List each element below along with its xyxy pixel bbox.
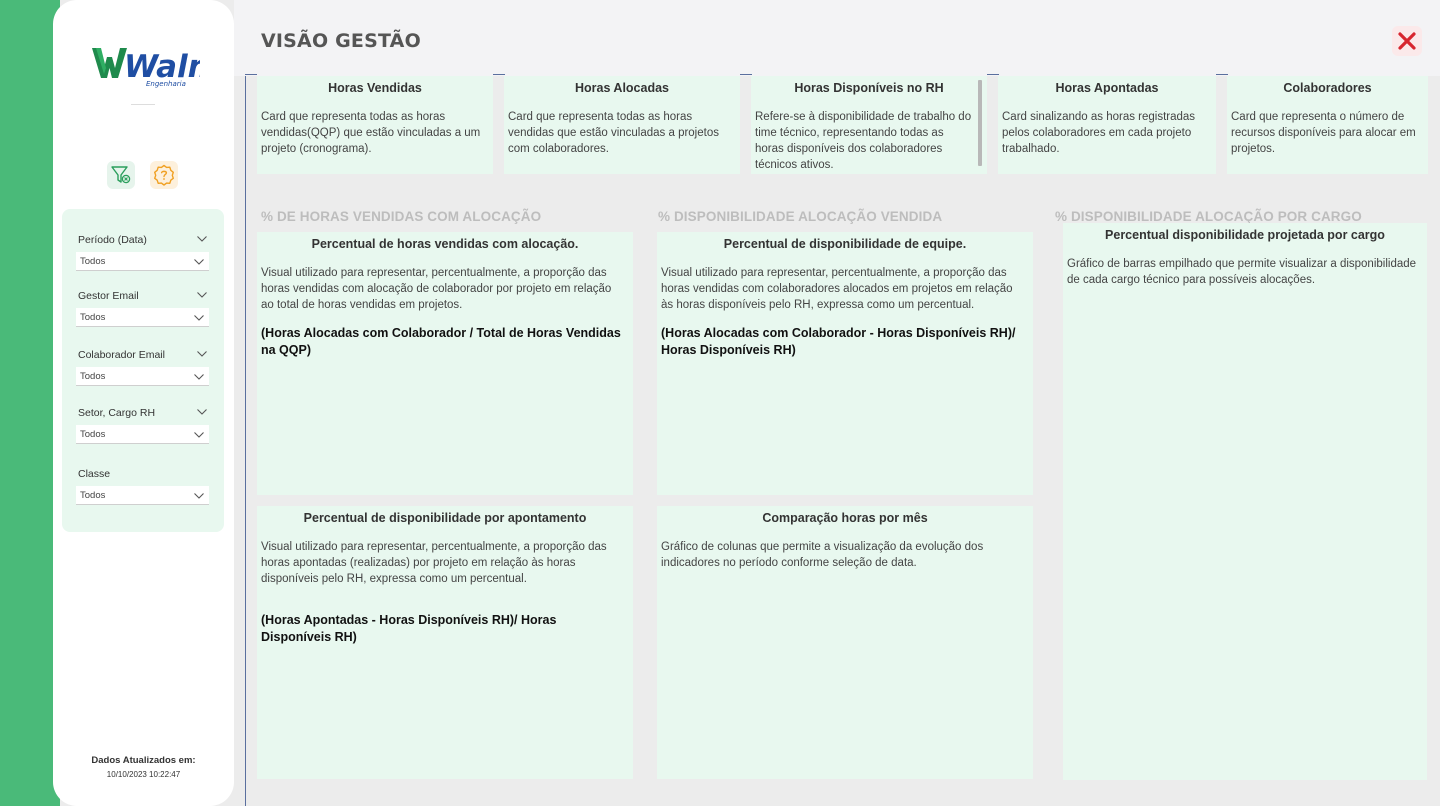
filter-label-periodo: Período (Data)	[78, 234, 147, 246]
close-button[interactable]	[1392, 26, 1422, 56]
kpi-card-title: Horas Vendidas	[328, 81, 422, 95]
kpi-card-colaboradores: Colaboradores Card que representa o núme…	[1227, 76, 1428, 174]
panel-description: Gráfico de barras empilhado que permite …	[1067, 258, 1417, 286]
scrollbar-thumb[interactable]	[978, 80, 982, 166]
panel-percentual-horas-vendidas: Percentual de horas vendidas com alocaçã…	[257, 232, 633, 495]
panel-percentual-disponibilidade-equipe: Percentual de disponibilidade de equipe.…	[657, 232, 1033, 495]
panel-formula: (Horas Alocadas com Colaborador / Total …	[261, 326, 621, 357]
kpi-card-description: Refere-se à disponibilidade de trabalho …	[755, 111, 972, 171]
kpi-card-horas-alocadas: Horas Alocadas Card que representa todas…	[504, 76, 740, 174]
kpi-card-horas-disponiveis-rh: Horas Disponíveis no RH Refere-se à disp…	[751, 76, 987, 174]
panel-title: Percentual de horas vendidas com alocaçã…	[311, 237, 579, 251]
data-updated-label: Dados Atualizados em:	[91, 755, 196, 766]
section-title-disponibilidade-alocacao-vendida: % DISPONIBILIDADE ALOCAÇÃO VENDIDA	[658, 209, 943, 224]
close-icon	[1398, 32, 1416, 50]
panel-description: Visual utilizado para representar, perce…	[261, 541, 607, 585]
filter-label-classe: Classe	[78, 468, 111, 480]
kpi-card-title: Horas Disponíveis no RH	[794, 81, 944, 95]
chevron-down-icon[interactable]	[196, 291, 208, 299]
filter-select-classe[interactable]: Todos	[76, 486, 209, 505]
filter-label-gestor-email: Gestor Email	[78, 290, 139, 302]
data-updated-timestamp: 10/10/2023 10:22:47	[106, 770, 181, 779]
brand-logo: Walm Engenharia	[90, 44, 220, 90]
filter-select-setor-cargo[interactable]: Todos	[76, 425, 209, 444]
section-title-horas-vendidas-alocacao: % DE HORAS VENDIDAS COM ALOCAÇÃO	[261, 209, 542, 224]
kpi-card-title: Horas Alocadas	[574, 81, 670, 95]
canvas-top-rule	[987, 74, 999, 75]
chevron-down-icon[interactable]	[196, 408, 208, 416]
filter-label-colaborador-email: Colaborador Email	[78, 349, 165, 361]
logo-divider	[131, 104, 155, 105]
panel-description: Visual utilizado para representar, perce…	[661, 267, 1013, 311]
clear-filters-button[interactable]	[107, 161, 135, 189]
panel-comparacao-horas-mes: Comparação horas por mês Gráfico de colu…	[657, 506, 1033, 779]
panel-title: Comparação horas por mês	[762, 511, 928, 525]
page-title: VISÃO GESTÃO	[261, 30, 421, 52]
canvas-top-rule	[245, 74, 257, 75]
help-icon	[154, 164, 174, 186]
kpi-card-description: Card que representa todas as horas vendi…	[261, 111, 481, 155]
kpi-card-description: Card sinalizando as horas registradas pe…	[1002, 111, 1196, 155]
panel-disponibilidade-por-cargo: Percentual disponibilidade projetada por…	[1063, 223, 1427, 780]
chevron-down-icon	[194, 493, 204, 499]
canvas-top-rule	[740, 74, 752, 75]
kpi-card-title: Colaboradores	[1283, 81, 1372, 95]
panel-percentual-disponibilidade-apontamento: Percentual de disponibilidade por aponta…	[257, 506, 633, 779]
filter-select-gestor-email[interactable]: Todos	[76, 308, 209, 327]
clear-filter-icon	[111, 166, 131, 184]
chevron-down-icon	[194, 374, 204, 380]
kpi-card-horas-vendidas: Horas Vendidas Card que representa todas…	[257, 76, 493, 174]
canvas-top-rule	[493, 74, 505, 75]
panel-title: Percentual disponibilidade projetada por…	[1105, 228, 1385, 242]
canvas-top-rule	[1216, 74, 1228, 75]
panel-description: Gráfico de colunas que permite a visuali…	[661, 541, 984, 569]
kpi-card-description: Card que representa todas as horas vendi…	[508, 111, 719, 155]
chevron-down-icon[interactable]	[196, 350, 208, 358]
svg-text:Engenharia: Engenharia	[146, 80, 186, 88]
filter-label-setor-cargo: Setor, Cargo RH	[78, 407, 156, 419]
panel-formula: (Horas Alocadas com Colaborador - Horas …	[661, 326, 1016, 357]
help-button[interactable]	[150, 161, 178, 189]
panel-title: Percentual de disponibilidade de equipe.	[723, 237, 967, 251]
chevron-down-icon[interactable]	[196, 235, 208, 243]
kpi-card-title: Horas Apontadas	[1055, 81, 1159, 95]
section-title-disponibilidade-por-cargo: % DISPONIBILIDADE ALOCAÇÃO POR CARGO	[1055, 209, 1362, 224]
panel-formula: (Horas Apontadas - Horas Disponíveis RH)…	[261, 613, 557, 644]
chevron-down-icon	[194, 315, 204, 321]
panel-description: Visual utilizado para representar, perce…	[261, 267, 612, 311]
panel-title: Percentual de disponibilidade por aponta…	[303, 511, 587, 525]
kpi-card-description: Card que representa o número de recursos…	[1231, 111, 1416, 155]
filter-select-periodo[interactable]: Todos	[76, 252, 209, 271]
filter-select-colaborador-email[interactable]: Todos	[76, 367, 209, 386]
chevron-down-icon	[194, 259, 204, 265]
kpi-card-horas-apontadas: Horas Apontadas Card sinalizando as hora…	[998, 76, 1216, 174]
canvas-left-rule	[245, 76, 246, 806]
chevron-down-icon	[194, 432, 204, 438]
left-accent-strip	[0, 0, 60, 806]
